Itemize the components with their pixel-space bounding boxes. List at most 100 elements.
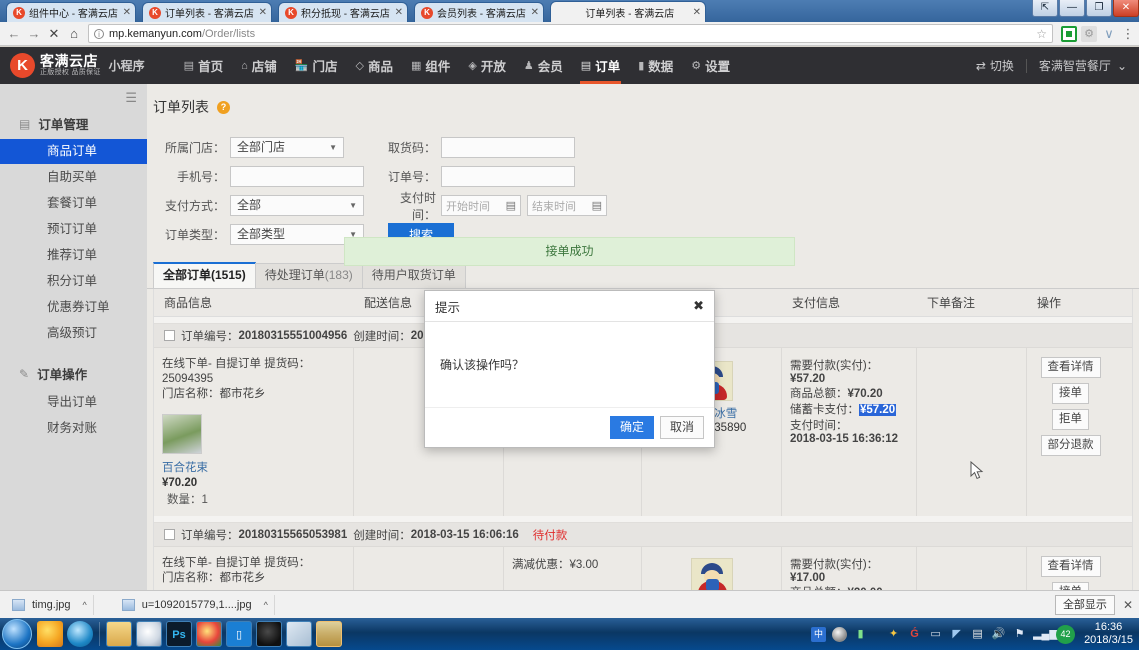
restore-window-button[interactable]: ⇱ [1032, 0, 1058, 17]
account-name[interactable]: 客满智营餐厅 [1039, 57, 1111, 74]
payment-select[interactable]: 全部 ▼ [230, 195, 364, 216]
calendar-icon[interactable]: ▤ [506, 199, 516, 212]
chevron-up-icon[interactable]: ^ [264, 600, 268, 610]
chevron-up-icon[interactable]: ^ [83, 600, 87, 610]
tab-all-orders[interactable]: 全部订单(1515) [153, 262, 256, 288]
tray-screen-icon[interactable]: ▭ [928, 627, 943, 642]
extension-gear-icon[interactable]: ⚙ [1081, 25, 1097, 42]
tray-shield-icon[interactable]: ▮ [853, 627, 868, 642]
nav-item-components[interactable]: ▦ 组件 [402, 47, 459, 84]
nav-item-store[interactable]: 🏪 门店 [286, 47, 347, 84]
sidebar-item-export-orders[interactable]: 导出订单 [0, 389, 147, 415]
tab-pending-orders[interactable]: 待处理订单(183) [254, 263, 363, 288]
nav-item-shop[interactable]: ⌂ 店铺 [232, 47, 286, 84]
download-item[interactable]: timg.jpg ^ [6, 594, 94, 615]
show-all-downloads-button[interactable]: 全部显示 [1054, 594, 1115, 615]
minimize-window-button[interactable]: — [1059, 0, 1085, 17]
view-detail-button[interactable]: 查看详情 [1040, 357, 1101, 378]
goods-thumbnail-icon[interactable] [162, 414, 202, 454]
browser-tab[interactable]: K 订单列表 - 客满云店 ✕ [142, 2, 272, 22]
signal-icon[interactable]: ▂▄▆ [1033, 627, 1058, 642]
nav-item-open[interactable]: ◈ 开放 [459, 47, 514, 84]
download-item[interactable]: u=1092015779,1....jpg ^ [116, 594, 275, 615]
start-button-icon[interactable] [2, 619, 32, 649]
sidebar-item-coupon-orders[interactable]: 优惠券订单 [0, 294, 147, 320]
bookmark-star-icon[interactable]: ☆ [1036, 27, 1047, 41]
maximize-window-button[interactable]: ❐ [1086, 0, 1112, 17]
stop-icon[interactable]: ✕ [44, 26, 64, 42]
battery-icon[interactable]: 42 [1056, 624, 1076, 644]
close-icon[interactable]: ✖ [693, 298, 704, 314]
sidebar-group-order-management[interactable]: ▤ 订单管理 [0, 108, 147, 139]
browser-360-icon[interactable] [136, 621, 162, 647]
sidebar-item-self-pay[interactable]: 自助买单 [0, 164, 147, 190]
close-window-button[interactable]: ✕ [1113, 0, 1139, 17]
sidebar-item-package-orders[interactable]: 套餐订单 [0, 190, 147, 216]
order-select-checkbox[interactable] [164, 330, 175, 341]
order-no-input[interactable] [441, 166, 575, 187]
reject-order-button[interactable]: 拒单 [1052, 409, 1089, 430]
pay-time-start-input[interactable]: 开始时间 ▤ [441, 195, 521, 216]
nav-item-settings[interactable]: ⚙ 设置 [682, 47, 739, 84]
sidebar-item-advanced-booking[interactable]: 高级预订 [0, 320, 147, 346]
accept-order-button[interactable]: 接单 [1052, 582, 1089, 590]
sidebar-group-order-operations[interactable]: ✎ 订单操作 [0, 358, 147, 389]
taskbar-clock[interactable]: 16:36 2018/3/15 [1084, 621, 1133, 647]
nav-item-home[interactable]: ▤ 首页 [175, 47, 232, 84]
foxmail-icon[interactable] [316, 621, 342, 647]
notepad-icon[interactable] [286, 621, 312, 647]
browser-tab[interactable]: K 积分抵现 - 客满云店 ✕ [278, 2, 408, 22]
photoshop-icon[interactable]: Ps [166, 621, 192, 647]
pickup-code-input[interactable] [441, 137, 575, 158]
close-tab-icon[interactable]: ✕ [123, 7, 131, 18]
switch-account-button[interactable]: ⇄ 切换 [976, 57, 1014, 74]
sidebar-item-financial-reconciliation[interactable]: 财务对账 [0, 415, 147, 441]
browser-menu-icon[interactable]: ⋮ [1121, 26, 1135, 42]
sidebar-item-recommend-orders[interactable]: 推荐订单 [0, 242, 147, 268]
close-tab-icon[interactable]: ✕ [693, 7, 701, 18]
sidebar-item-goods-orders[interactable]: 商品订单 [0, 139, 147, 164]
address-bar[interactable]: i mp.kemanyun.com /Order/lists ☆ [88, 24, 1053, 43]
edge-browser-icon[interactable] [67, 621, 93, 647]
forward-icon[interactable]: → [24, 26, 44, 41]
nav-item-data[interactable]: ▮ 数据 [629, 47, 682, 84]
browser-tab[interactable]: K 会员列表 - 客满云店 ✕ [414, 2, 544, 22]
goods-name-link[interactable]: 百合花束 [162, 459, 345, 475]
volume-icon[interactable]: 🔊 [991, 627, 1006, 642]
chevron-down-icon[interactable]: ⌄ [1117, 59, 1127, 73]
tray-app-icon[interactable] [832, 626, 848, 642]
antivirus-icon[interactable] [37, 621, 63, 647]
back-icon[interactable]: ← [4, 26, 24, 41]
pay-time-end-input[interactable]: 结束时间 ▤ [527, 195, 607, 216]
cancel-button[interactable]: 取消 [659, 416, 704, 439]
network-flag-icon[interactable]: ⚑ [1012, 627, 1027, 642]
tray-cloud-icon[interactable]: ◤ [949, 627, 964, 642]
browser-tab[interactable]: K 组件中心 - 客满云店 ✕ [6, 2, 136, 22]
nav-item-order[interactable]: ▤ 订单 [572, 47, 629, 84]
close-tab-icon[interactable]: ✕ [395, 7, 403, 18]
nav-item-goods[interactable]: ◇ 商品 [346, 47, 401, 84]
order-select-checkbox[interactable] [164, 529, 175, 540]
obs-icon[interactable] [256, 621, 282, 647]
view-detail-button[interactable]: 查看详情 [1040, 556, 1101, 577]
file-explorer-icon[interactable] [106, 621, 132, 647]
tray-input-method-icon[interactable]: 中 [811, 626, 827, 642]
tray-360-icon[interactable]: Ǵ [907, 627, 922, 642]
home-icon[interactable]: ⌂ [64, 26, 84, 41]
partial-refund-button[interactable]: 部分退款 [1040, 435, 1101, 456]
extension-green-icon[interactable] [1061, 25, 1077, 42]
store-select[interactable]: 全部门店 ▼ [230, 137, 344, 158]
phone-input[interactable] [230, 166, 364, 187]
close-tab-icon[interactable]: ✕ [259, 7, 267, 18]
confirm-button[interactable]: 确定 [609, 416, 654, 439]
sidebar-collapse-icon[interactable]: ☰ [0, 84, 147, 108]
tab-awaiting-pickup-orders[interactable]: 待用户取货订单 [361, 263, 466, 288]
close-download-bar-icon[interactable]: ✕ [1123, 598, 1133, 612]
sidebar-item-reservation-orders[interactable]: 预订订单 [0, 216, 147, 242]
page-info-icon[interactable]: i [94, 28, 104, 39]
help-icon[interactable]: ? [217, 100, 230, 114]
browser-tab-active[interactable]: 订单列表 - 客满云店 ✕ [550, 1, 706, 22]
tray-star-icon[interactable]: ✦ [886, 627, 901, 642]
sidebar-item-points-orders[interactable]: 积分订单 [0, 268, 147, 294]
calendar-icon[interactable]: ▤ [592, 199, 602, 212]
